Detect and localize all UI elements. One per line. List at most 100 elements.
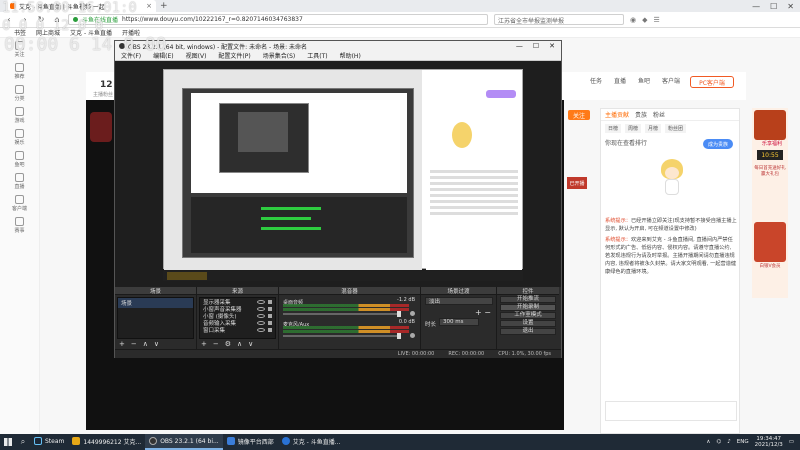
- bookmark-item[interactable]: 艾克 - 斗鱼直播: [70, 28, 112, 37]
- lock-icon[interactable]: [268, 313, 272, 318]
- promo-banner[interactable]: [754, 110, 786, 140]
- subtab-day[interactable]: 日榜: [605, 124, 622, 133]
- lock-icon[interactable]: [268, 320, 272, 325]
- settings-button[interactable]: 设置: [500, 320, 556, 327]
- nav-item-yuba[interactable]: 鱼吧: [0, 148, 39, 170]
- transition-duration-input[interactable]: 300 ms: [439, 318, 479, 326]
- lock-icon[interactable]: [268, 299, 272, 304]
- start-recording-button[interactable]: 开始录制: [500, 304, 556, 311]
- subtab-month[interactable]: 月榜: [645, 124, 662, 133]
- notification-icon[interactable]: ▭: [789, 439, 794, 445]
- forward-icon[interactable]: ›: [20, 15, 30, 24]
- volume-slider-knob[interactable]: [397, 333, 401, 339]
- nav-item-follow[interactable]: 关注: [0, 38, 39, 60]
- pc-client-button[interactable]: PC客户端: [690, 76, 734, 88]
- minimize-icon[interactable]: —: [752, 2, 760, 11]
- close-window-icon[interactable]: ✕: [549, 42, 555, 50]
- lock-icon[interactable]: [268, 327, 272, 332]
- chat-input[interactable]: [605, 401, 737, 421]
- bookmark-item[interactable]: 书签: [14, 28, 26, 37]
- visibility-eye-icon[interactable]: [257, 320, 265, 325]
- add-icon[interactable]: +: [119, 340, 125, 348]
- extension-icon[interactable]: ☰: [654, 16, 660, 24]
- scene-item[interactable]: 场景: [118, 298, 193, 308]
- visibility-eye-icon[interactable]: [257, 327, 265, 332]
- close-window-icon[interactable]: ✕: [787, 2, 794, 11]
- obs-preview-canvas[interactable]: 已开播: [115, 61, 587, 287]
- home-icon[interactable]: ⌂: [52, 15, 62, 24]
- start-streaming-button[interactable]: 开始推流: [500, 296, 556, 303]
- visibility-eye-icon[interactable]: [257, 306, 265, 311]
- subtab-week[interactable]: 周榜: [625, 124, 642, 133]
- speaker-icon[interactable]: [410, 311, 415, 316]
- search-icon[interactable]: ⌕: [16, 434, 30, 450]
- input-language[interactable]: ENG: [737, 439, 749, 445]
- move-up-icon[interactable]: ∧: [237, 340, 242, 348]
- streamer-avatar[interactable]: [90, 112, 112, 142]
- lock-icon[interactable]: [268, 306, 272, 311]
- minimize-icon[interactable]: —: [516, 42, 523, 50]
- nav-item-category[interactable]: 分类: [0, 82, 39, 104]
- tab-noble[interactable]: 贵族: [635, 110, 647, 119]
- transition-add-remove-icon[interactable]: + −: [475, 308, 491, 317]
- taskbar-item-browser[interactable]: 艾克 - 斗鱼直播...: [278, 434, 345, 450]
- bookmark-item[interactable]: 开播啦: [122, 28, 140, 37]
- nav-item-event[interactable]: 赛事: [0, 214, 39, 236]
- url-input[interactable]: 斗鱼在线直播 https://www.douyu.com/10222167_r=…: [68, 14, 488, 25]
- tab-fans[interactable]: 粉丝: [653, 110, 665, 119]
- taskbar-item-explorer[interactable]: 1449996212 艾克...: [68, 434, 145, 450]
- remove-icon[interactable]: −: [213, 340, 219, 348]
- taskbar-item-obs[interactable]: OBS 23.2.1 (64 bi...: [145, 434, 223, 450]
- vip-banner[interactable]: [754, 222, 786, 262]
- menu-file[interactable]: 文件(F): [121, 51, 141, 60]
- taskbar-item-steam[interactable]: Steam: [30, 434, 68, 450]
- gear-icon[interactable]: ⚙: [225, 340, 231, 348]
- nav-item-entertainment[interactable]: 娱乐: [0, 126, 39, 148]
- nav-item-client[interactable]: 客户端: [0, 192, 39, 214]
- back-icon[interactable]: ‹: [4, 15, 14, 24]
- maximize-icon[interactable]: ☐: [533, 42, 539, 50]
- speaker-icon[interactable]: [410, 333, 415, 338]
- start-button[interactable]: [0, 434, 16, 450]
- close-tab-icon[interactable]: ×: [146, 2, 152, 10]
- tray-expand-icon[interactable]: ∧: [706, 439, 710, 445]
- refresh-icon[interactable]: ↻: [36, 15, 46, 24]
- menu-edit[interactable]: 编辑(E): [153, 51, 173, 60]
- menu-help[interactable]: 帮助(H): [340, 51, 361, 60]
- move-down-icon[interactable]: ∨: [248, 340, 253, 348]
- network-icon[interactable]: ⌬: [716, 439, 721, 445]
- bookmark-item[interactable]: 网上商城: [36, 28, 60, 37]
- menu-view[interactable]: 视图(V): [186, 51, 207, 60]
- source-item[interactable]: 窗口采集: [200, 326, 275, 334]
- transition-select[interactable]: 淡出: [425, 297, 493, 305]
- studio-mode-button[interactable]: 工作室模式: [500, 312, 556, 319]
- browser-search-input[interactable]: 江苏省全市举报监测举报: [494, 14, 624, 25]
- volume-slider[interactable]: [283, 333, 401, 339]
- extension-icon[interactable]: ◆: [642, 16, 647, 24]
- taskbar-item-mirror[interactable]: 镜像平台西部: [223, 434, 278, 450]
- menu-profile[interactable]: 配置文件(P): [218, 51, 250, 60]
- tab-contribution[interactable]: 主播贡献: [605, 110, 629, 119]
- subtab-fanclub[interactable]: 粉丝团: [665, 124, 687, 133]
- live-header-icon[interactable]: 直播: [614, 76, 626, 85]
- task-icon[interactable]: 任务: [590, 76, 602, 85]
- browser-tab[interactable]: 艾克 - 斗鱼直播 | 斗鱼视频 一起 ×: [6, 0, 156, 12]
- yuba-header-icon[interactable]: 鱼吧: [638, 76, 650, 85]
- follow-button[interactable]: 关注: [568, 110, 590, 120]
- extension-icon[interactable]: ◉: [630, 16, 636, 24]
- become-noble-button[interactable]: 成为贵族: [703, 139, 733, 149]
- exit-button[interactable]: 退出: [500, 328, 556, 335]
- nav-item-game[interactable]: 游戏: [0, 104, 39, 126]
- volume-slider-knob[interactable]: [397, 311, 401, 317]
- volume-slider[interactable]: [283, 311, 401, 317]
- volume-icon[interactable]: ♪: [727, 439, 731, 445]
- nav-item-live[interactable]: 直播: [0, 170, 39, 192]
- menu-tools[interactable]: 工具(T): [307, 51, 327, 60]
- add-icon[interactable]: +: [201, 340, 207, 348]
- visibility-eye-icon[interactable]: [257, 313, 265, 318]
- move-down-icon[interactable]: ∨: [154, 340, 159, 348]
- menu-scene-collection[interactable]: 场景集合(S): [263, 51, 296, 60]
- client-header-icon[interactable]: 客户端: [662, 76, 680, 85]
- nav-item-recommend[interactable]: 推荐: [0, 60, 39, 82]
- remove-icon[interactable]: −: [131, 340, 137, 348]
